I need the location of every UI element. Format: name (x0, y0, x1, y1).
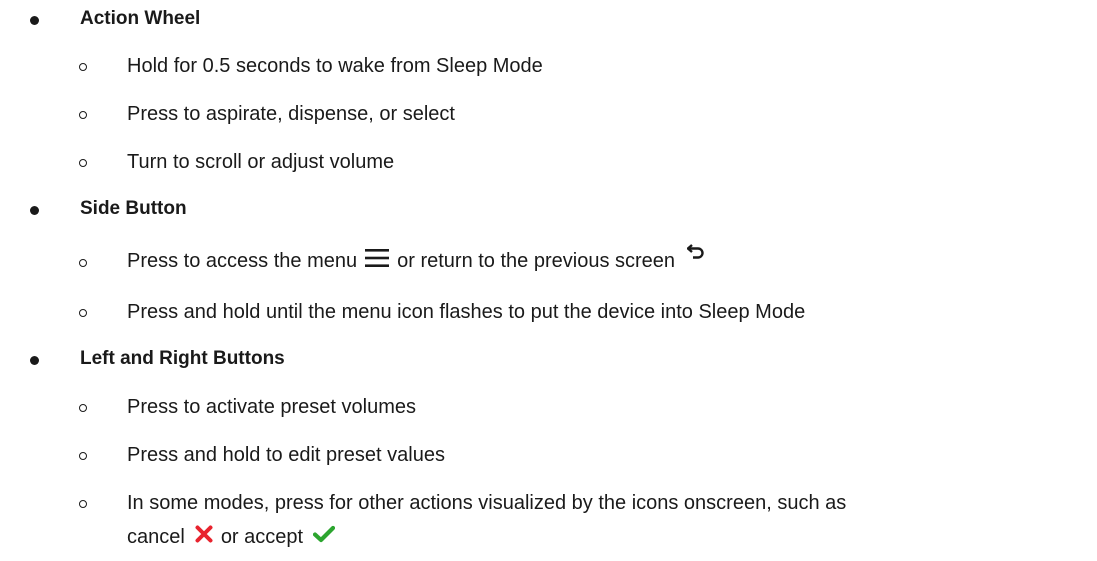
hollow-bullet-icon (79, 259, 87, 267)
list-item-text: Press to aspirate, dispense, or select (127, 103, 455, 125)
list-item-text: Press and hold to edit preset values (127, 444, 445, 466)
filled-bullet-icon (30, 356, 39, 365)
list-item: Turn to scroll or adjust volume (0, 148, 1097, 178)
list-item: Press and hold until the menu icon flash… (0, 298, 1097, 328)
hollow-bullet-icon (79, 500, 87, 508)
red-x-icon (195, 525, 213, 549)
list-item-text: Turn to scroll or adjust volume (127, 151, 395, 173)
filled-bullet-icon (30, 206, 39, 215)
list-item: In some modes, press for other actions v… (0, 489, 1097, 553)
hollow-bullet-icon (79, 159, 87, 167)
list-item: Side Button (0, 196, 1097, 224)
hollow-bullet-icon (79, 309, 87, 317)
list-item: Hold for 0.5 seconds to wake from Sleep … (0, 52, 1097, 82)
list-item-text: Press to access the menu or return to th… (127, 243, 705, 273)
hollow-bullet-icon (79, 63, 87, 71)
list-item: Action Wheel (0, 6, 1097, 34)
cancel-label: cancel (127, 525, 185, 548)
hollow-bullet-icon (79, 404, 87, 412)
return-arrow-icon (686, 242, 705, 265)
list-item-text-line2: cancel or accept (127, 525, 336, 549)
list-item-text: In some modes, press for other actions v… (127, 492, 847, 514)
menu-icon (365, 249, 390, 273)
text-before-return-icon: or return to the previous screen (397, 249, 676, 272)
list-item: Press to access the menu or return to th… (0, 243, 1097, 278)
list-item: Press to aspirate, dispense, or select (0, 100, 1097, 130)
hollow-bullet-icon (79, 111, 87, 119)
section-title: Left and Right Buttons (80, 348, 285, 369)
list-item: Press and hold to edit preset values (0, 441, 1097, 471)
list-item: Left and Right Buttons (0, 346, 1097, 374)
list-item-text: Hold for 0.5 seconds to wake from Sleep … (127, 55, 543, 77)
section-title: Side Button (80, 198, 187, 219)
green-check-icon (312, 525, 336, 549)
list-item: Press to activate preset volumes (0, 393, 1097, 423)
text-before-menu-icon: Press to access the menu (127, 249, 358, 272)
hollow-bullet-icon (79, 452, 87, 460)
section-title: Action Wheel (80, 8, 201, 29)
accept-label: or accept (220, 525, 304, 548)
list-item-text: Press to activate preset volumes (127, 396, 417, 418)
list-item-text: Press and hold until the menu icon flash… (127, 301, 806, 323)
filled-bullet-icon (30, 16, 39, 25)
